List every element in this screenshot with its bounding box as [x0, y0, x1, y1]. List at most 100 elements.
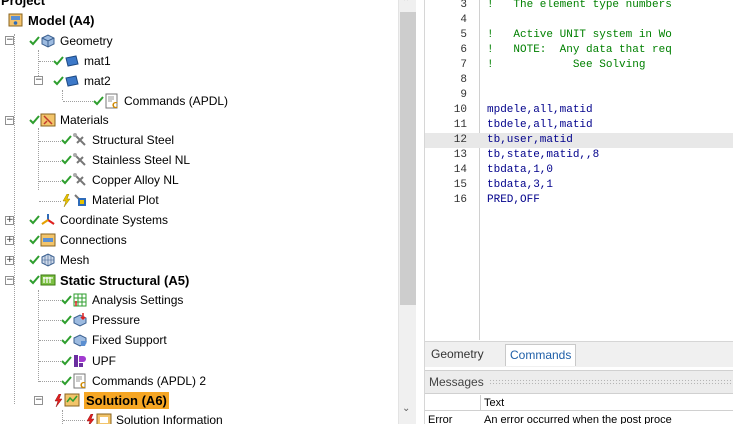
collapse-mat2-button[interactable]: −	[34, 76, 43, 85]
tree-node-pressure[interactable]: Pressure	[61, 310, 140, 330]
tree-label-commands-apdl-2: Commands (APDL) 2	[92, 374, 207, 388]
tab-geometry[interactable]: Geometry	[427, 344, 488, 366]
line-number: 4	[460, 14, 467, 26]
tree-node-fixed-support[interactable]: Fixed Support	[61, 330, 167, 350]
check-icon	[61, 172, 72, 188]
collapse-static-structural-button[interactable]: −	[5, 276, 14, 285]
tree-node-model[interactable]: Model (A4)	[8, 10, 94, 30]
messages-col-text[interactable]: Text	[481, 395, 733, 411]
code-text[interactable]: tbdele,all,matid	[487, 118, 593, 133]
editor-line[interactable]: 5 ! Active UNIT system in Wo	[425, 28, 733, 43]
tree-node-geometry[interactable]: Geometry	[29, 31, 113, 51]
tree-connector	[39, 61, 53, 62]
tree-connector	[62, 90, 63, 100]
apdl-editor[interactable]: 3 ! The element type numbers 4 5 ! Active UN…	[425, 0, 733, 340]
tree-scrollbar[interactable]: ⌃ ⌄	[398, 0, 416, 424]
code-text[interactable]: ! The element type numbers	[487, 0, 672, 13]
editor-line[interactable]: 12 tb,user,matid	[425, 133, 733, 148]
tree-node-structural-steel[interactable]: Structural Steel	[61, 130, 174, 150]
tree-label-solution-information: Solution Information	[116, 413, 223, 424]
expand-mesh-button[interactable]: +	[5, 256, 14, 265]
tree-node-mat2[interactable]: mat2	[53, 71, 111, 91]
tab-commands[interactable]: Commands	[505, 344, 577, 366]
tree-node-coordinate-systems[interactable]: Coordinate Systems	[29, 210, 168, 230]
tree-node-connections[interactable]: Connections	[29, 230, 127, 250]
commands-icon: C	[72, 373, 89, 389]
editor-line[interactable]: 7 ! See Solving	[425, 58, 733, 73]
code-text[interactable]: tbdata,1,0	[487, 163, 553, 178]
scroll-thumb[interactable]	[400, 12, 416, 305]
code-text[interactable]: ! See Solving	[487, 58, 645, 73]
messages-col-type[interactable]	[425, 395, 481, 411]
code-text[interactable]: mpdele,all,matid	[487, 103, 593, 118]
line-number: 16	[453, 194, 467, 206]
editor-line[interactable]: 8	[425, 73, 733, 88]
tree-node-commands-apdl[interactable]: C Commands (APDL)	[93, 91, 228, 111]
code-text[interactable]: ! NOTE: Any data that req	[487, 43, 672, 58]
material-plot-icon	[72, 192, 89, 208]
code-text[interactable]: tb,state,matid,,8	[487, 148, 599, 163]
tree-label-mesh: Mesh	[60, 253, 90, 267]
expand-connections-button[interactable]: +	[5, 236, 14, 245]
code-text[interactable]: PRED,OFF	[487, 193, 540, 208]
tree-node-mesh[interactable]: Mesh	[29, 250, 89, 270]
tree-node-upf[interactable]: UPF	[61, 351, 116, 371]
check-icon	[61, 373, 72, 389]
line-number: 5	[460, 29, 467, 41]
tree-node-materials[interactable]: Materials	[29, 110, 109, 130]
line-number: 12	[453, 134, 467, 146]
code-text[interactable]: ! Active UNIT system in Wo	[487, 28, 672, 43]
collapse-solution-button[interactable]: −	[34, 396, 43, 405]
messages-header[interactable]: Messages	[425, 370, 733, 394]
tree-label-coordinate-systems: Coordinate Systems	[60, 213, 169, 227]
editor-line[interactable]: 15 tbdata,3,1	[425, 178, 733, 193]
editor-line[interactable]: 16 PRED,OFF	[425, 193, 733, 208]
editor-line[interactable]: 6 ! NOTE: Any data that req	[425, 43, 733, 58]
check-icon	[29, 232, 40, 248]
tree-connector	[63, 101, 93, 102]
tree-label-pressure: Pressure	[92, 313, 141, 327]
collapse-geometry-button[interactable]: −	[5, 36, 14, 45]
tree-node-copper-alloy-nl[interactable]: Copper Alloy NL	[61, 170, 179, 190]
check-icon	[93, 93, 104, 109]
material-icon	[72, 152, 89, 168]
tree-node-solution-information[interactable]: Solution Information	[85, 410, 223, 424]
code-text[interactable]: tb,user,matid	[487, 133, 573, 148]
line-number: 8	[460, 74, 467, 86]
editor-line[interactable]: 4	[425, 13, 733, 28]
editor-line[interactable]: 11 tbdele,all,matid	[425, 118, 733, 133]
code-text[interactable]: tbdata,3,1	[487, 178, 553, 193]
message-type-cell[interactable]: Error	[425, 413, 481, 424]
model-icon	[8, 12, 25, 28]
collapse-materials-button[interactable]: −	[5, 116, 14, 125]
tree-node-stainless-steel-nl[interactable]: Stainless Steel NL	[61, 150, 190, 170]
tree-node-static-structural[interactable]: Static Structural (A5)	[29, 270, 189, 290]
tree-label-fixed-support: Fixed Support	[92, 333, 167, 347]
line-number: 14	[453, 164, 467, 176]
scroll-up-icon[interactable]: ⌃	[402, 0, 410, 8]
tree-node-solution[interactable]: Solution (A6)	[53, 390, 169, 410]
scroll-down-icon[interactable]: ⌄	[402, 403, 410, 414]
lightning-icon	[61, 192, 72, 208]
editor-line[interactable]: 10 mpdele,all,matid	[425, 103, 733, 118]
analysis-settings-icon	[72, 292, 89, 308]
tree-label-connections: Connections	[60, 233, 127, 247]
editor-line[interactable]: 3 ! The element type numbers	[425, 0, 733, 13]
static-structural-icon	[40, 272, 57, 288]
tree-node-mat1[interactable]: mat1	[53, 51, 111, 71]
line-number: 6	[460, 44, 467, 56]
tree-connector	[39, 141, 61, 142]
tree-connector	[39, 320, 61, 321]
editor-line[interactable]: 14 tbdata,1,0	[425, 163, 733, 178]
check-icon	[29, 112, 40, 128]
expand-coordinate-systems-button[interactable]: +	[5, 216, 14, 225]
svg-text:C: C	[80, 381, 86, 389]
editor-line[interactable]: 9	[425, 88, 733, 103]
check-icon	[29, 272, 40, 288]
message-text-cell[interactable]: An error occurred when the post proce	[481, 413, 733, 424]
line-number: 3	[460, 0, 467, 11]
tree-node-material-plot[interactable]: Material Plot	[61, 190, 159, 210]
tree-node-analysis-settings[interactable]: Analysis Settings	[61, 290, 183, 310]
tree-node-commands-apdl-2[interactable]: C Commands (APDL) 2	[61, 371, 206, 391]
editor-line[interactable]: 13 tb,state,matid,,8	[425, 148, 733, 163]
